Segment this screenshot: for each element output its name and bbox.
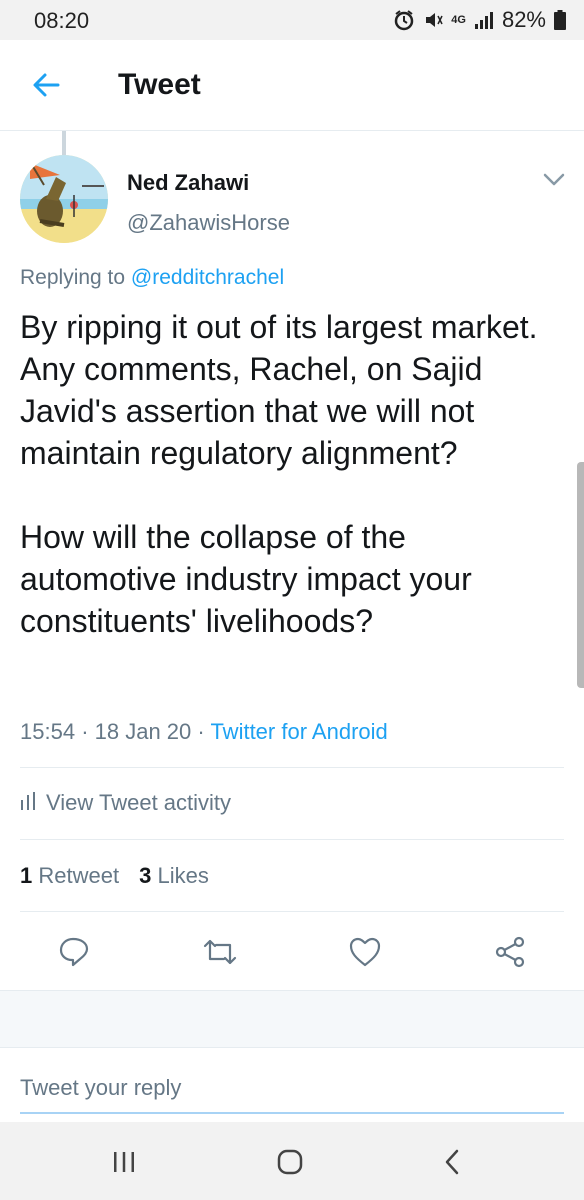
share-icon[interactable] [490,932,530,972]
mute-icon [423,10,443,30]
author-name[interactable]: Ned Zahawi [127,170,249,196]
bar-chart-icon [20,790,36,816]
replying-to: Replying to @redditchrachel [20,266,284,290]
battery-level: 82% [501,7,546,32]
likes-stat[interactable]: 3 Likes [139,863,209,889]
signal-icon [474,11,494,29]
status-time: 08:20 [34,8,90,33]
avatar[interactable] [20,155,108,243]
app-header: Tweet [0,40,584,131]
likes-label: Likes [157,863,209,888]
retweets-stat[interactable]: 1 Retweet [20,863,119,889]
meta-separator: · [81,719,89,744]
status-bar: 08:20 4G 82% [0,0,584,40]
thread-connector [62,131,66,155]
android-nav-bar [0,1122,584,1200]
tweet-meta: 15:54 · 18 Jan 20 · Twitter for Android [20,719,388,745]
meta-separator: · [197,719,205,744]
tweet-text: By ripping it out of its largest market.… [20,309,538,639]
retweets-label: Retweet [38,863,120,888]
chevron-down-icon[interactable] [542,172,566,188]
divider [20,911,564,912]
battery-icon [554,10,566,30]
tweet-source[interactable]: Twitter for Android [210,719,387,744]
page-title: Tweet [118,68,201,101]
scrollbar-thumb[interactable] [577,462,584,688]
section-separator [0,990,584,1048]
tweet-time: 15:54 [20,719,76,744]
home-icon[interactable] [270,1142,310,1182]
likes-count: 3 [139,863,152,888]
divider [20,839,564,840]
replying-prefix: Replying to [20,266,131,289]
back-icon[interactable] [432,1142,472,1182]
network-type: 4G [451,13,466,26]
tweet-date: 18 Jan 20 [94,719,192,744]
tweet-stats: 1 Retweet 3 Likes [20,863,209,889]
retweet-icon[interactable] [200,932,240,972]
author-handle[interactable]: @ZahawisHorse [127,210,290,236]
divider [20,767,564,768]
retweets-count: 1 [20,863,33,888]
recent-apps-icon[interactable] [104,1142,144,1182]
mention-link[interactable]: @redditchrachel [131,266,284,289]
arrow-left-icon[interactable] [30,68,64,102]
reply-icon[interactable] [54,932,94,972]
view-activity-button[interactable]: View Tweet activity [20,790,231,816]
like-icon[interactable] [345,932,385,972]
alarm-icon [393,9,415,31]
status-icons: 4G 82% [393,7,566,33]
view-activity-label: View Tweet activity [46,790,232,815]
reply-input[interactable] [20,1064,564,1114]
